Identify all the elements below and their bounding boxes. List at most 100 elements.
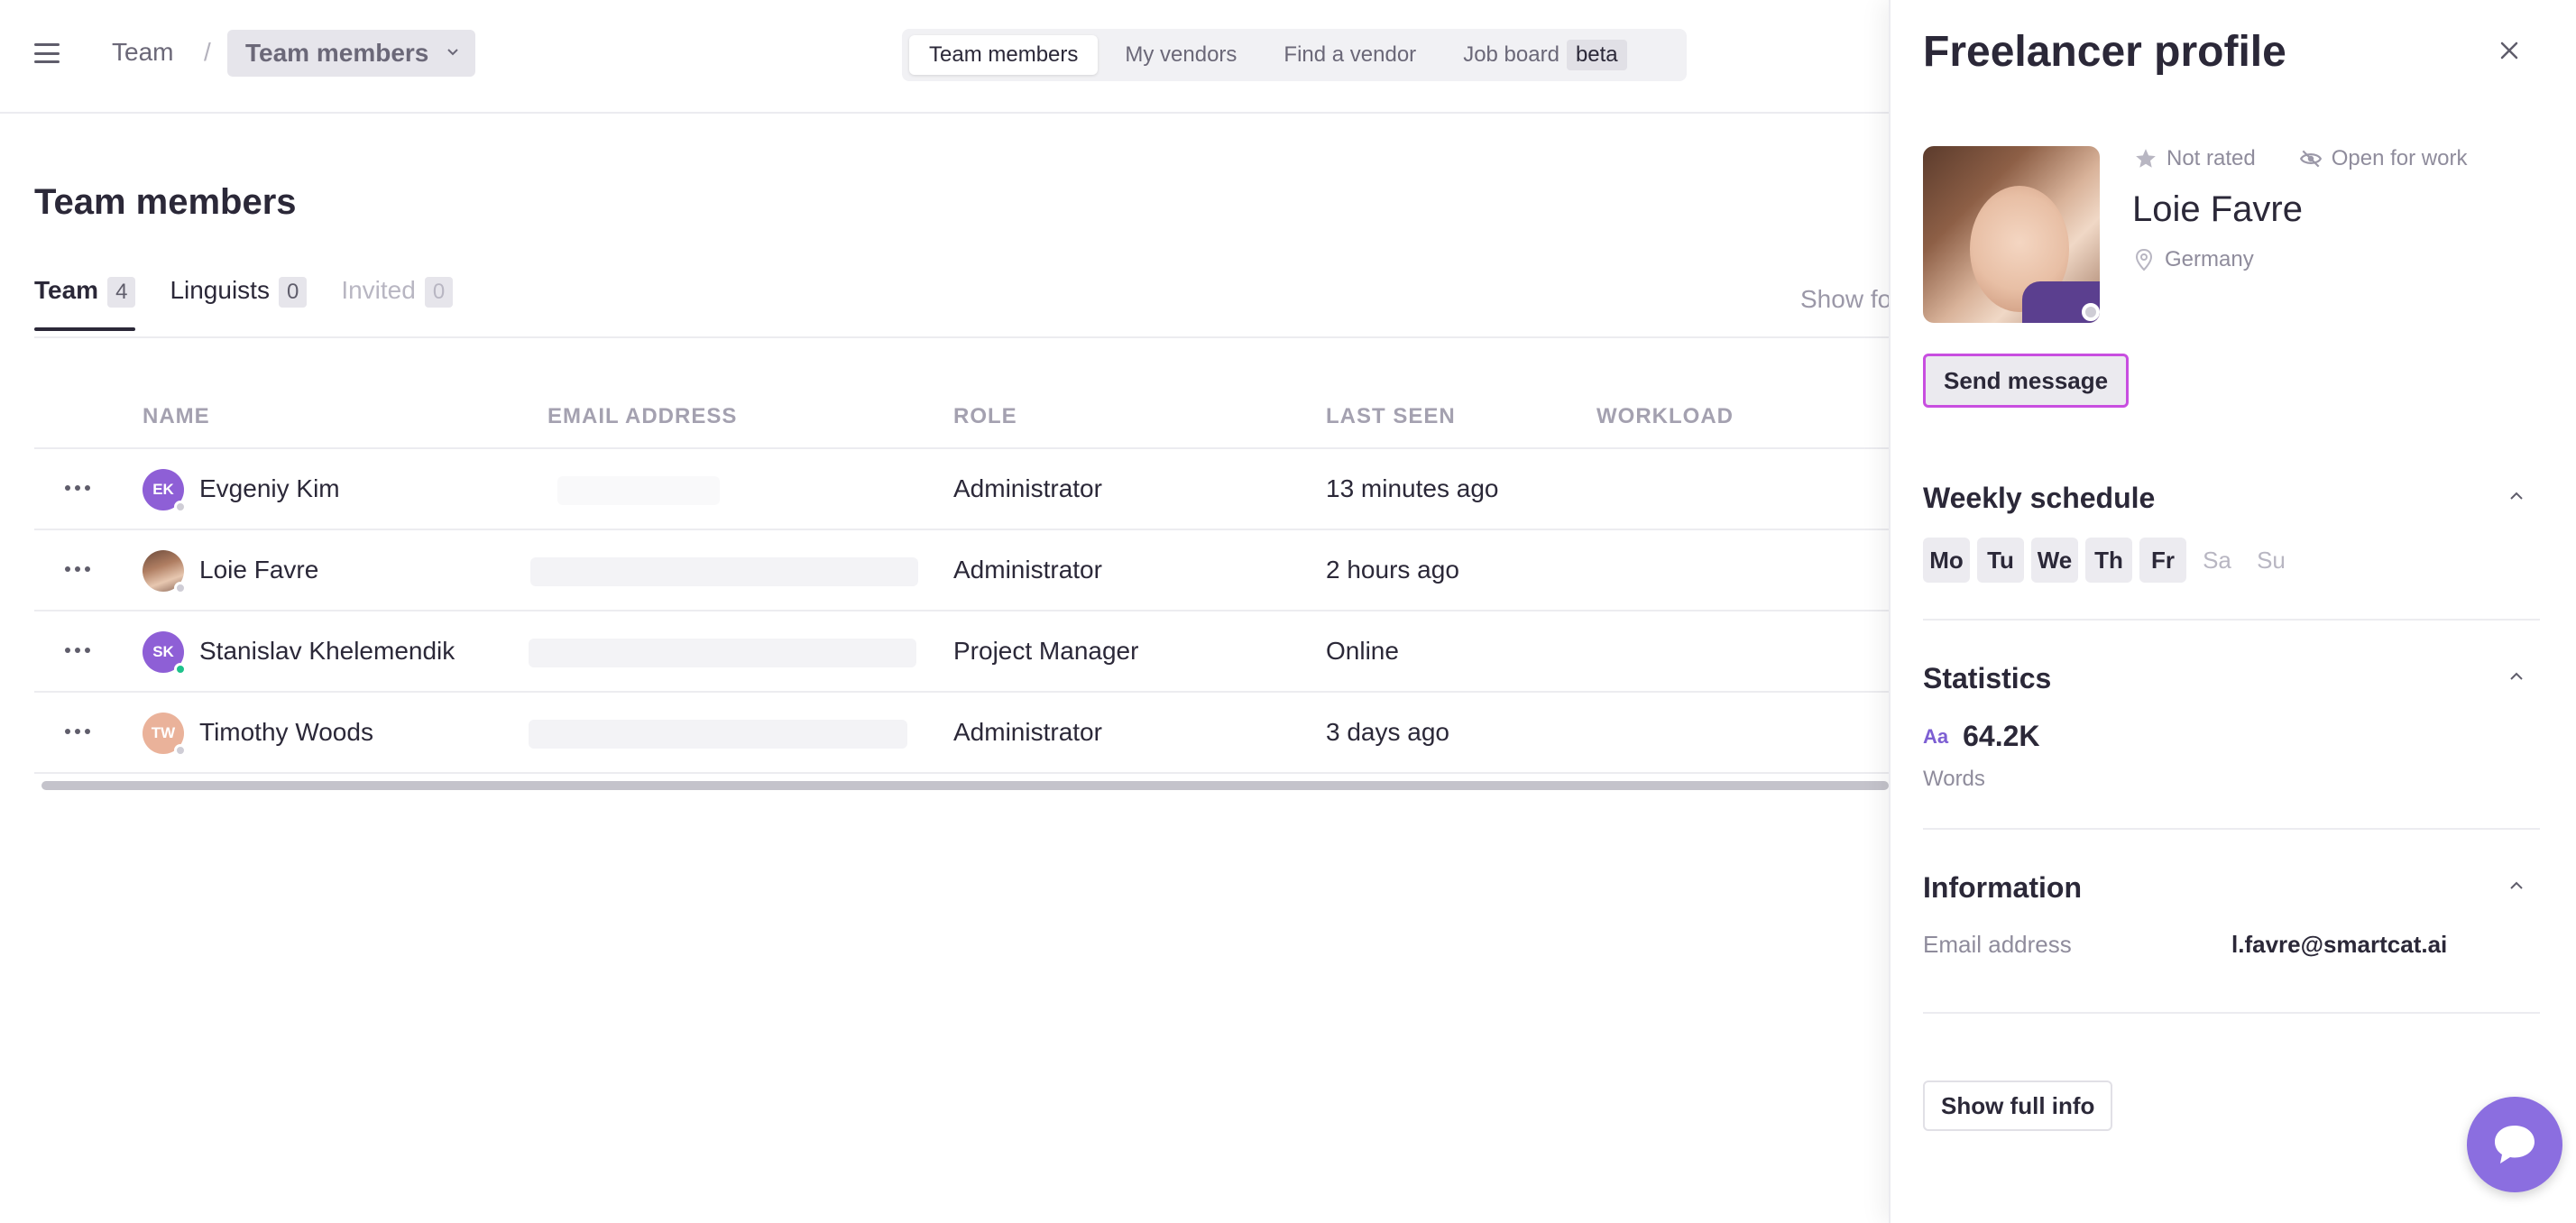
email-redacted bbox=[530, 557, 918, 586]
chevron-up-icon[interactable] bbox=[2507, 667, 2525, 685]
column-role[interactable]: ROLE bbox=[953, 404, 1017, 429]
table-row[interactable]: EK Evgeniy Kim Administrator 13 minutes … bbox=[34, 449, 1892, 530]
member-subtabs: Team 4 Linguists 0 Invited 0 bbox=[34, 276, 454, 331]
member-role: Project Manager bbox=[953, 637, 1139, 665]
member-role: Administrator bbox=[953, 474, 1102, 502]
statistics-words: Aa 64.2K bbox=[1923, 720, 2040, 753]
rating-text: Not rated bbox=[2167, 146, 2256, 170]
star-icon bbox=[2136, 149, 2156, 168]
send-message-button[interactable]: Send message bbox=[1923, 354, 2130, 408]
email-redacted bbox=[529, 720, 907, 749]
day-tuesday: Tu bbox=[1977, 538, 2024, 583]
horizontal-scrollbar[interactable] bbox=[41, 781, 1889, 790]
breadcrumb-current-label: Team members bbox=[245, 39, 429, 67]
topnav-tab-team-members[interactable]: Team members bbox=[909, 35, 1099, 75]
topnav-tab-my-vendors[interactable]: My vendors bbox=[1105, 35, 1256, 75]
section-divider bbox=[1923, 1012, 2540, 1014]
top-bar: Team / Team members Team members My vend… bbox=[0, 0, 1889, 114]
row-actions-icon[interactable] bbox=[65, 566, 90, 572]
eye-off-icon bbox=[2299, 150, 2322, 168]
member-last-seen: 13 minutes ago bbox=[1326, 474, 1499, 502]
subtab-linguists-label: Linguists bbox=[170, 276, 270, 304]
member-name[interactable]: Timothy Woods bbox=[199, 718, 373, 747]
words-value: 64.2K bbox=[1963, 720, 2040, 752]
day-saturday: Sa bbox=[2203, 547, 2231, 574]
subtab-linguists-count: 0 bbox=[278, 277, 308, 308]
column-name[interactable]: NAME bbox=[143, 404, 210, 429]
section-divider bbox=[1923, 619, 2540, 621]
member-last-seen: 3 days ago bbox=[1326, 718, 1449, 746]
chevron-up-icon[interactable] bbox=[2507, 877, 2525, 895]
chat-bubble-icon bbox=[2495, 1126, 2535, 1163]
day-sunday: Su bbox=[2257, 547, 2286, 574]
day-friday: Fr bbox=[2139, 538, 2186, 583]
show-for-filter[interactable]: Show fo bbox=[1800, 285, 1891, 314]
chevron-up-icon[interactable] bbox=[2507, 487, 2525, 505]
column-last-seen[interactable]: LAST SEEN bbox=[1326, 404, 1456, 429]
menu-icon[interactable] bbox=[34, 43, 60, 63]
panel-title: Freelancer profile bbox=[1923, 28, 2286, 76]
row-actions-icon[interactable] bbox=[65, 648, 90, 653]
member-name[interactable]: Stanislav Khelemendik bbox=[199, 637, 455, 666]
member-last-seen: 2 hours ago bbox=[1326, 556, 1459, 584]
email-redacted bbox=[529, 639, 916, 667]
text-size-icon: Aa bbox=[1923, 724, 1949, 748]
member-last-seen: Online bbox=[1326, 637, 1399, 665]
table-header: NAME EMAIL ADDRESS ROLE LAST SEEN WORKLO… bbox=[34, 404, 1892, 449]
subtabs-divider bbox=[34, 336, 1892, 338]
status-dot bbox=[2082, 303, 2100, 321]
status-dot bbox=[174, 501, 187, 513]
row-actions-icon[interactable] bbox=[65, 485, 90, 491]
chevron-down-icon bbox=[447, 49, 459, 56]
topnav-tab-find-vendor[interactable]: Find a vendor bbox=[1264, 35, 1436, 75]
information-heading: Information bbox=[1923, 871, 2082, 904]
subtab-invited-count: 0 bbox=[424, 277, 454, 308]
freelancer-profile-panel: Freelancer profile Not rated Open for wo… bbox=[1889, 0, 2576, 1223]
close-icon[interactable] bbox=[2497, 38, 2522, 63]
profile-name: Loie Favre bbox=[2132, 189, 2303, 229]
avatar: TW bbox=[143, 713, 187, 757]
status-dot bbox=[174, 663, 187, 676]
member-role: Administrator bbox=[953, 556, 1102, 584]
page-title: Team members bbox=[34, 182, 297, 222]
email-value[interactable]: l.favre@smartcat.ai bbox=[2231, 931, 2447, 959]
column-workload[interactable]: WORKLOAD bbox=[1596, 404, 1734, 429]
beta-badge: beta bbox=[1566, 40, 1627, 70]
subtab-invited-label: Invited bbox=[341, 276, 416, 304]
member-role: Administrator bbox=[953, 718, 1102, 746]
breadcrumb-separator: / bbox=[204, 38, 211, 66]
profile-location: Germany bbox=[2134, 247, 2254, 272]
subtab-team-label: Team bbox=[34, 276, 99, 304]
avatar: EK bbox=[143, 469, 187, 513]
table-row[interactable]: Loie Favre Administrator 2 hours ago bbox=[34, 530, 1892, 612]
subtab-invited[interactable]: Invited 0 bbox=[341, 276, 454, 331]
chat-button[interactable] bbox=[2467, 1097, 2562, 1192]
row-actions-icon[interactable] bbox=[65, 729, 90, 734]
profile-photo bbox=[1923, 146, 2100, 323]
avatar bbox=[143, 550, 187, 594]
day-monday: Mo bbox=[1923, 538, 1970, 583]
member-name[interactable]: Evgeniy Kim bbox=[199, 474, 340, 503]
location-text: Germany bbox=[2165, 247, 2254, 271]
statistics-heading: Statistics bbox=[1923, 662, 2052, 694]
table-row[interactable]: TW Timothy Woods Administrator 3 days ag… bbox=[34, 693, 1892, 774]
breadcrumb-current-dropdown[interactable]: Team members bbox=[227, 30, 476, 77]
avatar: SK bbox=[143, 631, 187, 676]
availability-text: Open for work bbox=[2331, 146, 2468, 170]
member-name[interactable]: Loie Favre bbox=[199, 556, 318, 584]
table-row[interactable]: SK Stanislav Khelemendik Project Manager… bbox=[34, 612, 1892, 693]
breadcrumb-team-link[interactable]: Team bbox=[112, 38, 173, 67]
subtab-team[interactable]: Team 4 bbox=[34, 276, 136, 331]
profile-meta: Not rated Open for work bbox=[2134, 146, 2467, 171]
email-redacted bbox=[557, 476, 720, 505]
subtab-linguists[interactable]: Linguists 0 bbox=[170, 276, 308, 331]
topnav-tab-job-board[interactable]: Job board beta bbox=[1443, 35, 1646, 75]
column-email[interactable]: EMAIL ADDRESS bbox=[547, 404, 737, 429]
show-full-info-button[interactable]: Show full info bbox=[1923, 1080, 2113, 1131]
subtab-team-count: 4 bbox=[107, 277, 136, 308]
section-divider bbox=[1923, 828, 2540, 830]
words-label: Words bbox=[1923, 767, 1985, 791]
top-navigation: Team members My vendors Find a vendor Jo… bbox=[902, 29, 1687, 81]
weekly-schedule-days: Mo Tu We Th Fr Sa Su bbox=[1923, 538, 2295, 583]
status-dot bbox=[174, 744, 187, 757]
